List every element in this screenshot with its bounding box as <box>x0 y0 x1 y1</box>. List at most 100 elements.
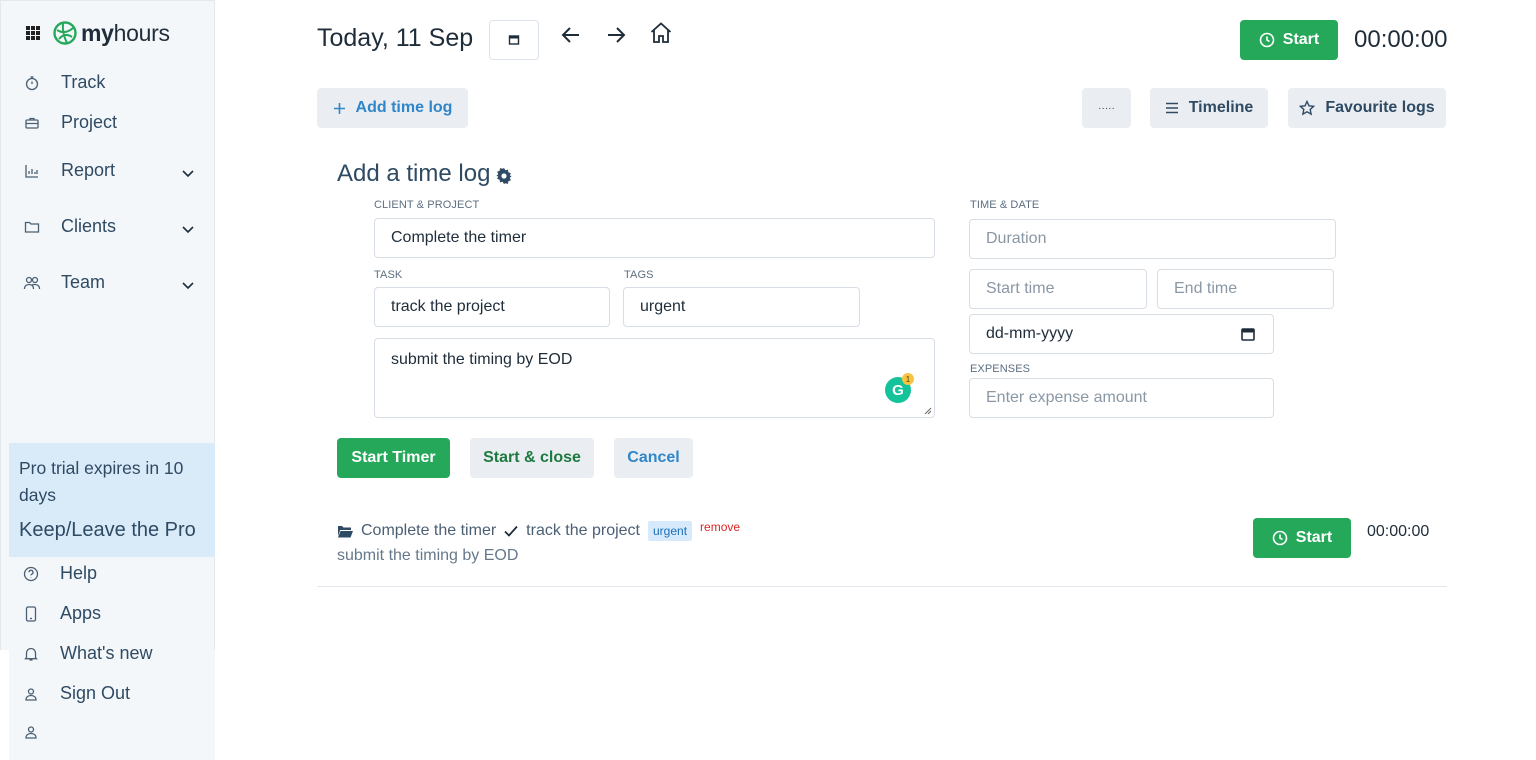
pro-trial-text: Pro trial expires in 10 days <box>19 458 184 505</box>
client-project-label: CLIENT & PROJECT <box>374 199 480 211</box>
nav-track[interactable]: Track <box>23 72 105 93</box>
gear-icon[interactable] <box>496 168 513 184</box>
cancel-label: Cancel <box>627 449 680 466</box>
expense-placeholder: Enter expense amount <box>986 389 1147 406</box>
favourite-logs-button[interactable]: Favourite logs <box>1288 88 1446 128</box>
nav-team-label: Team <box>61 272 106 292</box>
expenses-label: EXPENSES <box>970 363 1031 375</box>
nav-apps[interactable]: Apps <box>22 603 101 624</box>
notes-value: submit the timing by EOD <box>391 351 573 368</box>
user-icon <box>22 723 40 741</box>
grammarly-badge: 1 <box>902 373 914 385</box>
cancel-button[interactable]: Cancel <box>614 438 693 478</box>
task-value: track the project <box>391 298 505 315</box>
myhours-logo-icon <box>53 21 77 45</box>
resize-handle-icon[interactable] <box>924 407 932 415</box>
start-timer-button[interactable]: Start Timer <box>337 438 450 478</box>
form-title-text: Add a time log <box>337 160 491 187</box>
page-title: Today, 11 Sep <box>317 24 474 52</box>
log-note: submit the timing by EOD <box>337 547 519 564</box>
user-icon <box>22 685 40 703</box>
date-field[interactable]: dd-mm-yyyy <box>969 314 1274 354</box>
bar-chart-icon <box>23 162 41 180</box>
nav-profile[interactable] <box>22 723 60 741</box>
start-label: Start <box>1282 31 1320 48</box>
logo-row: myhours <box>26 19 170 47</box>
tags-label: TAGS <box>624 269 654 281</box>
time-date-label: TIME & DATE <box>970 199 1040 211</box>
remove-tag-link[interactable]: remove <box>700 520 740 534</box>
help-icon <box>22 565 40 583</box>
phone-icon <box>22 605 40 623</box>
nav-track-label: Track <box>61 72 106 92</box>
start-close-label: Start & close <box>483 449 581 466</box>
keep-leave-pro-link[interactable]: Keep/Leave the Pro <box>19 519 205 542</box>
log-start-button[interactable]: Start <box>1253 518 1351 558</box>
nav-report-label: Report <box>61 160 116 180</box>
start-time-field[interactable]: Start time <box>969 269 1147 309</box>
notes-textarea[interactable]: submit the timing by EOD <box>374 338 935 418</box>
log-start-label: Start <box>1295 529 1333 546</box>
divider <box>317 586 1447 587</box>
client-project-field[interactable]: Complete the timer <box>374 218 935 258</box>
date-placeholder: dd-mm-yyyy <box>986 325 1074 342</box>
tags-field[interactable]: urgent <box>623 287 860 327</box>
timeline-button[interactable]: Timeline <box>1150 88 1268 128</box>
chevron-down-icon[interactable] <box>181 223 195 237</box>
nav-clients-label: Clients <box>61 216 117 236</box>
nav-project[interactable]: Project <box>23 112 117 133</box>
nav-report[interactable]: Report <box>23 160 115 181</box>
nav-team[interactable]: Team <box>23 272 105 293</box>
pro-trial-banner: Pro trial expires in 10 days Keep/Leave … <box>9 443 215 557</box>
duration-placeholder: Duration <box>986 230 1047 247</box>
more-options-label: ····· <box>1098 102 1115 114</box>
apps-grid-icon[interactable] <box>26 26 40 40</box>
nav-apps-label: Apps <box>60 603 102 623</box>
clock-icon <box>1272 530 1288 546</box>
task-field[interactable]: track the project <box>374 287 610 327</box>
log-task: track the project <box>526 522 640 539</box>
clock-icon <box>1259 32 1275 48</box>
calendar-button[interactable] <box>489 20 539 60</box>
list-icon <box>1165 102 1179 114</box>
start-timer-header-button[interactable]: Start <box>1240 20 1338 60</box>
task-label: TASK <box>374 269 403 281</box>
arrow-right-icon[interactable] <box>603 22 629 48</box>
nav-whats-new-label: What's new <box>60 643 153 663</box>
folder-open-icon <box>337 525 353 537</box>
log-project: Complete the timer <box>361 522 497 539</box>
form-title: Add a time log <box>337 160 513 188</box>
client-project-value: Complete the timer <box>391 229 527 246</box>
stopwatch-icon <box>23 74 41 92</box>
chevron-down-icon[interactable] <box>181 279 195 293</box>
start-time-placeholder: Start time <box>986 280 1055 297</box>
nav-help[interactable]: Help <box>22 563 97 584</box>
star-icon <box>1299 100 1316 116</box>
expense-amount-field[interactable]: Enter expense amount <box>969 378 1274 418</box>
folder-icon <box>23 218 41 236</box>
home-icon[interactable] <box>648 20 674 46</box>
nav-sign-out-label: Sign Out <box>60 683 131 703</box>
bell-icon <box>22 645 40 663</box>
calendar-icon[interactable] <box>1241 327 1255 341</box>
nav-sign-out[interactable]: Sign Out <box>22 683 130 704</box>
start-close-button[interactable]: Start & close <box>470 438 594 478</box>
end-time-field[interactable]: End time <box>1157 269 1334 309</box>
end-time-placeholder: End time <box>1174 280 1238 297</box>
briefcase-icon <box>23 114 41 132</box>
time-log-entry[interactable]: Complete the timer track the project urg… <box>337 520 740 541</box>
calendar-icon <box>508 35 520 45</box>
more-options-button[interactable]: ····· <box>1082 88 1131 128</box>
chevron-down-icon[interactable] <box>181 167 195 181</box>
tags-value: urgent <box>640 298 686 315</box>
nav-project-label: Project <box>61 112 118 132</box>
nav-clients[interactable]: Clients <box>23 216 116 237</box>
plus-icon <box>333 102 346 115</box>
check-icon <box>504 525 518 537</box>
nav-whats-new[interactable]: What's new <box>22 643 152 664</box>
nav-help-label: Help <box>60 563 98 583</box>
add-time-log-button[interactable]: Add time log <box>317 88 468 128</box>
team-icon <box>23 274 41 292</box>
arrow-left-icon[interactable] <box>558 22 584 48</box>
duration-field[interactable]: Duration <box>969 219 1336 259</box>
